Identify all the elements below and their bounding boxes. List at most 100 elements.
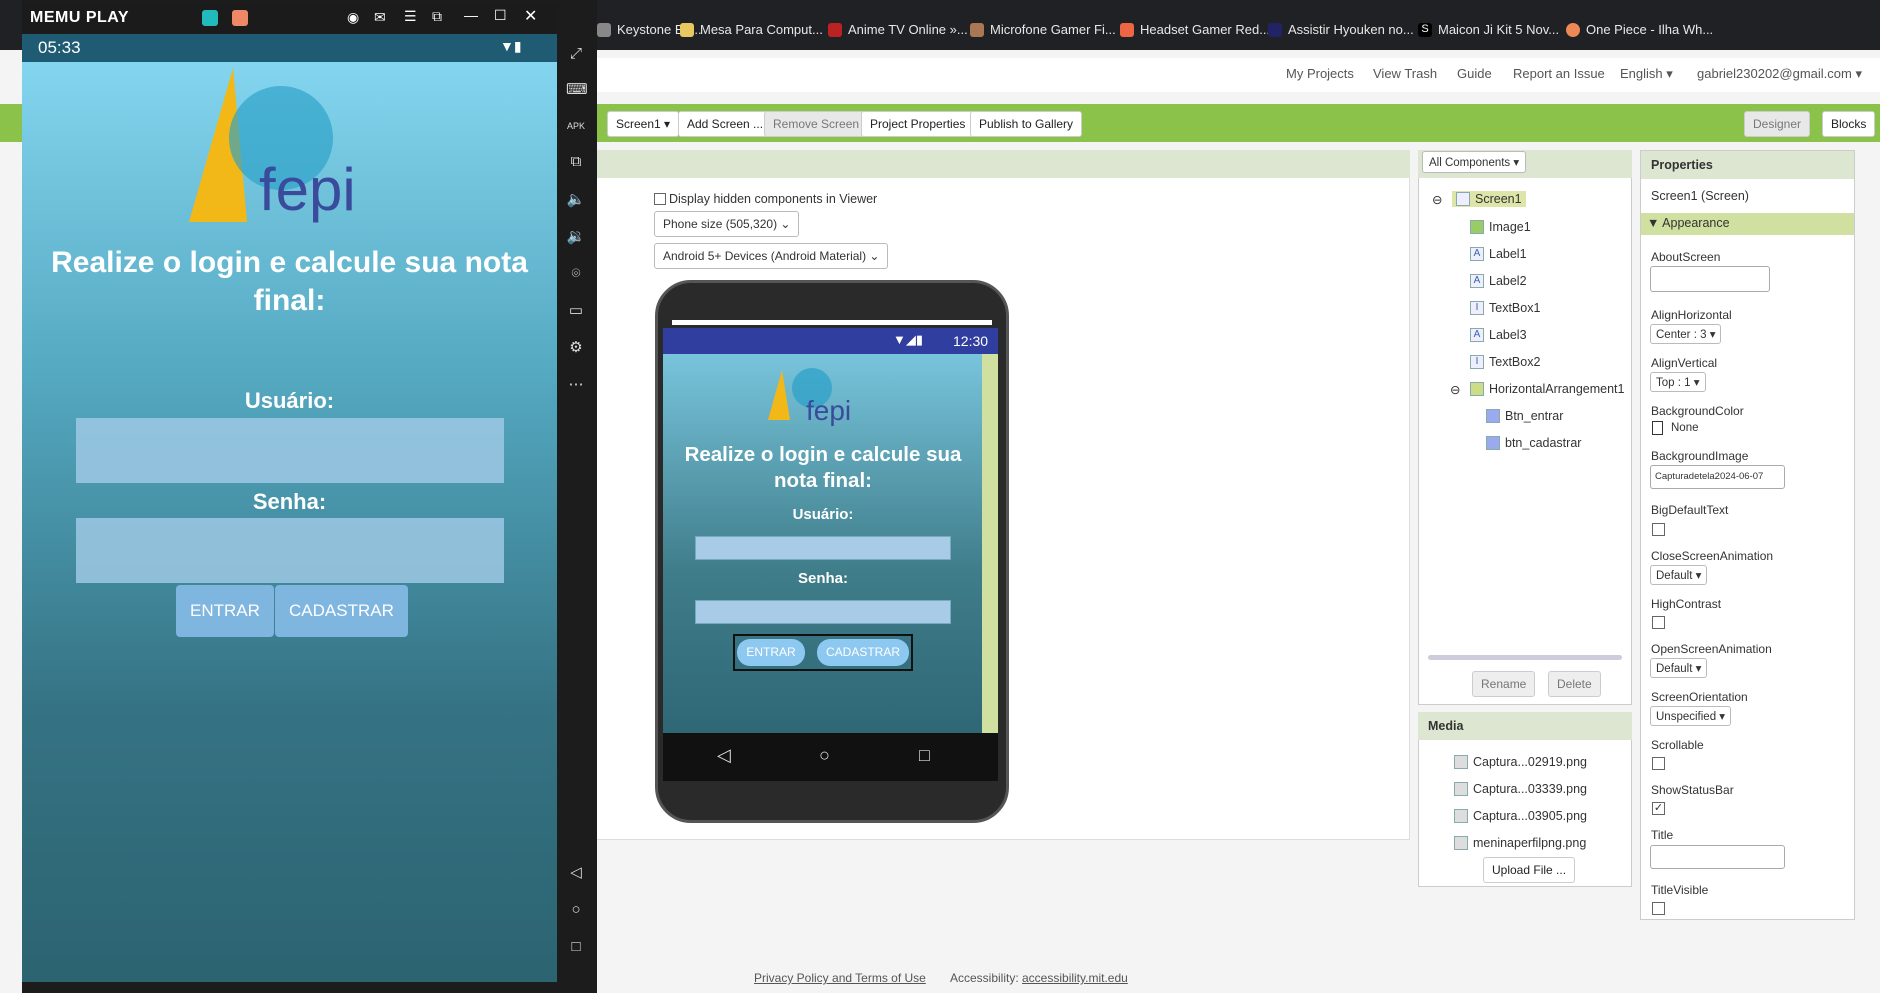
label-icon: A — [1470, 247, 1484, 261]
about-screen-input[interactable] — [1650, 266, 1770, 292]
tree-toggle-icon[interactable]: ⊖ — [1432, 192, 1442, 207]
designer-button[interactable]: Designer — [1744, 111, 1811, 137]
project-properties-button[interactable]: Project Properties — [861, 111, 975, 137]
media-file[interactable]: Captura...03339.png — [1454, 782, 1587, 796]
appearance-section[interactable]: ▼ Appearance — [1641, 213, 1854, 235]
nav-my-projects[interactable]: My Projects — [1286, 66, 1354, 81]
bookmark-item[interactable]: Microfone Gamer Fi... — [970, 22, 1116, 37]
maximize-icon[interactable]: ☐ — [494, 7, 507, 24]
components-filter-select[interactable]: All Components ▾ — [1422, 151, 1527, 173]
recents-icon[interactable]: □ — [566, 937, 586, 957]
account-menu[interactable]: gabriel230202@gmail.com ▾ — [1697, 66, 1862, 82]
volume-up-icon[interactable]: 🔈 — [566, 190, 586, 210]
tree-item-label2[interactable]: A Label2 — [1470, 274, 1527, 288]
bookmark-item[interactable]: Assistir Hyouken no... — [1268, 22, 1414, 37]
tree-item-btn-entrar[interactable]: Btn_entrar — [1486, 409, 1563, 423]
tree-item-textbox1[interactable]: I TextBox1 — [1470, 301, 1540, 315]
tree-item-textbox2[interactable]: I TextBox2 — [1470, 355, 1540, 369]
apk-icon[interactable]: APK — [566, 116, 586, 136]
open-animation-select[interactable]: Default ▾ — [1650, 658, 1708, 678]
screen-select[interactable]: Screen1 ▾ — [607, 111, 680, 137]
memu-register-button[interactable]: CADASTRAR — [275, 585, 408, 637]
location-icon[interactable]: ⌾ — [566, 264, 586, 284]
menu-icon[interactable]: ☰ — [404, 8, 417, 25]
multi-window-icon[interactable]: ⧉ — [566, 152, 586, 172]
memu-enter-button[interactable]: ENTRAR — [176, 585, 274, 637]
title-visible-checkbox[interactable] — [1652, 902, 1665, 915]
fullscreen-icon[interactable]: ⤢ — [566, 44, 586, 64]
device-theme-select[interactable]: Android 5+ Devices (Android Material) ⌄ — [654, 243, 889, 269]
tree-item-label1[interactable]: A Label1 — [1470, 247, 1527, 261]
background-color-picker[interactable]: None — [1652, 421, 1699, 435]
align-horizontal-select[interactable]: Center : 3 ▾ — [1650, 324, 1722, 344]
memu-user-input[interactable] — [76, 418, 504, 483]
background-image-input[interactable]: Capturadetela2024-06-07 — [1650, 465, 1785, 489]
tree-item-label: HorizontalArrangement1 — [1489, 382, 1625, 396]
bookmark-item[interactable]: S Maicon Ji Kit 5 Nov... — [1418, 22, 1559, 37]
screen-orientation-select[interactable]: Unspecified ▾ — [1650, 706, 1732, 726]
remove-screen-button[interactable]: Remove Screen — [764, 111, 869, 137]
language-menu[interactable]: English ▾ — [1620, 66, 1673, 82]
back-icon[interactable]: ◁ — [566, 863, 586, 883]
media-file[interactable]: Captura...02919.png — [1454, 755, 1587, 769]
hidden-components-toggle[interactable]: Display hidden components in Viewer — [654, 192, 877, 206]
home-icon[interactable]: ○ — [566, 900, 586, 920]
tree-item-image1[interactable]: Image1 — [1470, 220, 1531, 234]
high-contrast-checkbox[interactable] — [1652, 616, 1665, 629]
settings-icon[interactable]: ⚙ — [566, 338, 586, 358]
minimize-icon[interactable]: — — [464, 7, 478, 23]
bookmark-item[interactable]: One Piece - Ilha Wh... — [1566, 22, 1713, 37]
add-screen-button[interactable]: Add Screen ... — [678, 111, 773, 137]
app-icon[interactable] — [202, 10, 218, 26]
nav-report-issue[interactable]: Report an Issue — [1513, 66, 1605, 81]
tree-item-screen1[interactable]: Screen1 — [1452, 191, 1526, 207]
account-icon[interactable]: ◉ — [347, 9, 359, 26]
close-icon[interactable]: ✕ — [524, 6, 537, 26]
tree-hscrollbar[interactable] — [1428, 655, 1622, 660]
tree-item-label3[interactable]: A Label3 — [1470, 328, 1527, 342]
tree-item-horizontalarrangement1[interactable]: HorizontalArrangement1 — [1470, 382, 1625, 396]
privacy-link[interactable]: Privacy Policy and Terms of Use — [754, 971, 926, 985]
bookmark-item[interactable]: Anime TV Online »... — [828, 22, 968, 37]
phone-pass-input[interactable] — [695, 600, 951, 624]
close-animation-select[interactable]: Default ▾ — [1650, 565, 1708, 585]
phone-size-select[interactable]: Phone size (505,320) ⌄ — [654, 211, 800, 237]
image-file-icon — [1454, 782, 1468, 796]
nav-view-trash[interactable]: View Trash — [1373, 66, 1437, 81]
tree-item-btn-cadastrar[interactable]: btn_cadastrar — [1486, 436, 1581, 450]
keyboard-icon[interactable]: ⌨ — [566, 80, 588, 100]
show-status-bar-checkbox[interactable]: ✓ — [1652, 802, 1665, 815]
delete-button[interactable]: Delete — [1548, 671, 1601, 697]
tree-item-label: Image1 — [1489, 220, 1531, 234]
more-icon[interactable]: ⋯ — [566, 375, 586, 395]
bookmark-item[interactable]: Mesa Para Comput... — [680, 22, 823, 37]
folder-icon[interactable]: ▭ — [566, 301, 586, 321]
screen-icon[interactable]: ⧉ — [432, 8, 442, 25]
publish-gallery-button[interactable]: Publish to Gallery — [970, 111, 1083, 137]
app-icon[interactable] — [232, 10, 248, 26]
mail-icon[interactable]: ✉ — [374, 9, 386, 26]
align-vertical-select[interactable]: Top : 1 ▾ — [1650, 372, 1706, 392]
bookmark-item[interactable]: Headset Gamer Red... — [1120, 22, 1270, 37]
memu-titlebar[interactable]: MEMU PLAY ◉ ✉ ☰ ⧉ — ☐ ✕ « — [22, 4, 597, 34]
rename-button[interactable]: Rename — [1472, 671, 1536, 697]
hidden-components-checkbox[interactable] — [654, 193, 666, 205]
back-icon: ◁ — [717, 745, 731, 765]
title-input[interactable] — [1650, 845, 1785, 869]
media-file[interactable]: meninaperfilpng.png — [1454, 836, 1586, 850]
scrollable-checkbox[interactable] — [1652, 757, 1665, 770]
bookmark-label: Assistir Hyouken no... — [1288, 22, 1414, 37]
phone-user-input[interactable] — [695, 536, 951, 560]
phone-register-button[interactable]: CADASTRAR — [817, 639, 909, 666]
upload-file-button[interactable]: Upload File ... — [1483, 857, 1576, 883]
memu-pass-input[interactable] — [76, 518, 504, 583]
accessibility-link[interactable]: accessibility.mit.edu — [1022, 971, 1128, 985]
blocks-button[interactable]: Blocks — [1822, 111, 1876, 137]
media-file[interactable]: Captura...03905.png — [1454, 809, 1587, 823]
nav-guide[interactable]: Guide — [1457, 66, 1492, 81]
volume-down-icon[interactable]: 🔉 — [566, 227, 586, 247]
tree-toggle-icon[interactable]: ⊖ — [1450, 382, 1460, 397]
phone-enter-button[interactable]: ENTRAR — [737, 639, 805, 666]
media-file-label: meninaperfilpng.png — [1473, 836, 1587, 850]
big-default-text-checkbox[interactable] — [1652, 523, 1665, 536]
